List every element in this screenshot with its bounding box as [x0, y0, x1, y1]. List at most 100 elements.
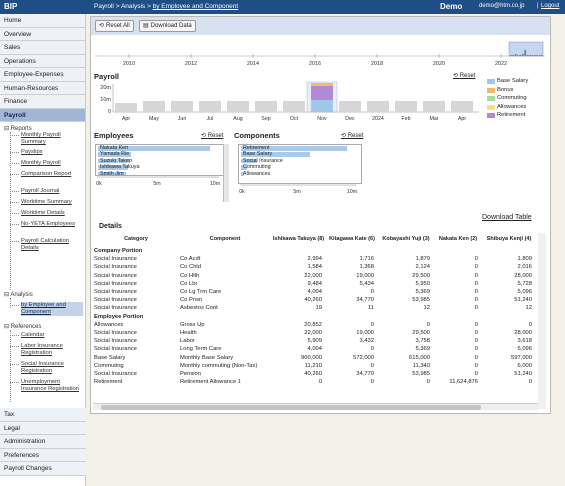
table-cell: Social Insurance: [94, 305, 137, 312]
details-header-row: Category Component Ishikawa Takuya (8) Kita…: [93, 231, 536, 247]
breadcrumb-page[interactable]: by Employee and Component: [153, 3, 239, 10]
table-cell: 5,369: [415, 346, 430, 353]
sidebar-item-social-insurance-registration[interactable]: Social Insurance Registration: [21, 361, 83, 375]
sidebar-item-no-yeta-employees[interactable]: No-YETA Employees: [21, 221, 83, 228]
components-reset-link[interactable]: ⟲ Reset: [341, 132, 363, 139]
details-vertical-scrollbar[interactable]: [538, 233, 546, 409]
payroll-y-tick-label: 10m: [100, 97, 111, 103]
sidebar-item-payroll-journal[interactable]: Payroll Journal: [21, 188, 83, 195]
table-cell: Social Insurance: [94, 297, 137, 304]
components-item-label: Allowances: [243, 170, 271, 177]
sidebar-item-finance[interactable]: Finance: [0, 95, 85, 109]
timeline-bar: [512, 55, 514, 56]
table-cell: Co Hlth: [180, 272, 200, 279]
table-cell: 5,909: [307, 338, 322, 345]
table-cell: Asbestos Cont: [180, 305, 218, 312]
legend-item-base-salary[interactable]: Base Salary: [487, 77, 547, 86]
details-horizontal-scrollbar[interactable]: [93, 403, 538, 410]
table-cell: 51,240: [514, 370, 532, 377]
sidebar-item-home[interactable]: Home: [0, 14, 85, 28]
sidebar-item-legal[interactable]: Legal: [0, 421, 86, 435]
table-cell: 0: [370, 321, 374, 328]
components-axis: 0k 5m 10m: [239, 184, 358, 195]
legend-item-retirement[interactable]: Retirement: [487, 111, 547, 120]
timeline-bar: [538, 55, 541, 56]
payroll-month-label: Sep: [261, 116, 270, 122]
payroll-legend: Base Salary Bonus Commuting Allowances Retir…: [487, 77, 547, 120]
table-cell: 5,096: [517, 346, 532, 353]
sidebar-item-payroll[interactable]: Payroll: [0, 108, 85, 122]
sidebar-item-calendar[interactable]: Calendar: [21, 332, 83, 339]
sidebar-item-worktime-summary[interactable]: Worktime Summary: [21, 199, 83, 206]
table-cell: 3,432: [359, 338, 374, 345]
sidebar-item-payroll-calculation-details[interactable]: Payroll Calculation Details: [21, 238, 83, 252]
table-cell: 5,728: [517, 280, 532, 287]
components-list-item[interactable]: Allowances: [239, 171, 361, 177]
sidebar-item-tax[interactable]: Tax: [0, 408, 86, 422]
legend-label: Commuting: [497, 95, 527, 101]
column-header-category[interactable]: Category: [93, 231, 179, 247]
payroll-month-label: Jun: [178, 116, 187, 122]
payroll-monthly-chart[interactable]: 20m 10m 0 Apr May Jun Jul Aug Sep Oct Nov Dec 2024 F…: [91, 80, 481, 132]
table-cell: Gross Up: [180, 321, 205, 328]
timeline-year-label: 2012: [185, 61, 197, 66]
column-header-component[interactable]: Component: [179, 231, 271, 247]
sidebar-item-preferences[interactable]: Preferences: [0, 448, 86, 462]
payroll-bar: [367, 101, 389, 112]
breadcrumb-section[interactable]: Analysis: [121, 3, 145, 10]
table-cell: Social Insurance: [94, 329, 137, 336]
sidebar-item-operations[interactable]: Operations: [0, 54, 85, 68]
employees-scrollbar[interactable]: [223, 144, 229, 202]
employees-reset-link[interactable]: ⟲ Reset: [201, 132, 223, 139]
legend-item-commuting[interactable]: Commuting: [487, 94, 547, 103]
sidebar-item-administration[interactable]: Administration: [0, 435, 86, 449]
legend-item-allowances[interactable]: Allowances: [487, 103, 547, 112]
components-list[interactable]: Retirement Base Salary Social Insurance Com…: [238, 144, 362, 184]
table-row: Retirement Retirement Allowance 1 0 0 0 11,62…: [93, 378, 536, 386]
sidebar-item-labor-insurance-registration[interactable]: Labor Insurance Registration: [21, 343, 83, 357]
employees-list[interactable]: Nakata Ken Yamada Rie Suzuki Takeo Ishikawa…: [95, 144, 229, 176]
sidebar-item-payslips[interactable]: Payslips: [21, 149, 83, 156]
column-header-nakata-ken-2[interactable]: Nakata Ken (2): [434, 231, 482, 247]
table-cell: 0: [474, 370, 478, 377]
reports-section[interactable]: ⊟ Reports: [4, 125, 32, 132]
sidebar-item-payroll-changes[interactable]: Payroll Changes: [0, 462, 86, 476]
reset-all-button[interactable]: ⟲ Reset All: [95, 20, 134, 32]
payroll-reset-link[interactable]: ⟲ Reset: [453, 72, 475, 79]
sidebar-item-monthly-payroll[interactable]: Monthly Payroll: [21, 160, 83, 167]
sidebar-item-comparison-report[interactable]: Comparison Report: [21, 171, 83, 178]
table-row: Social Insurance Long Term Care 4,004 0 5,36…: [93, 345, 536, 353]
table-cell: 0: [474, 272, 478, 279]
sidebar-item-overview[interactable]: Overview: [0, 27, 85, 41]
sidebar-item-worktime-details[interactable]: Worktime Details: [21, 210, 83, 217]
payroll-subnav: ⊟ Reports Monthly Payroll Summary Payslip…: [0, 122, 85, 402]
table-cell: 0: [474, 329, 478, 336]
breadcrumb-root[interactable]: Payroll: [94, 3, 114, 10]
sidebar-item-human-resources[interactable]: Human-Resources: [0, 81, 85, 95]
sidebar-bottom-nav: Tax Legal Administration Preferences Payroll…: [0, 408, 86, 476]
sidebar-item-unemployment-insurance-registration[interactable]: Unemployment Insurance Registration: [21, 379, 83, 393]
payroll-month-label: Aug: [233, 116, 242, 122]
column-header-kitagawa-kate-6[interactable]: Kitagawa Kate (6): [326, 231, 378, 247]
column-header-shibuya-kenji-4[interactable]: Shibuya Kenji (4): [482, 231, 536, 247]
scrollbar-thumb[interactable]: [101, 405, 481, 410]
download-data-button[interactable]: ▤ Download Data: [139, 20, 196, 32]
sidebar-item-by-employee-and-component[interactable]: by Employee and Component: [21, 302, 83, 316]
year-timeline[interactable]: 20102012201420162018202020222024: [91, 38, 550, 66]
sidebar-top-nav: Home Overview Sales Operations Employee-Expe…: [0, 14, 85, 122]
column-header-ishikawa-takuya-8[interactable]: Ishikawa Takuya (8): [271, 231, 326, 247]
legend-item-bonus[interactable]: Bonus: [487, 86, 547, 95]
table-cell: 0: [528, 321, 532, 328]
main-panel: ⟲ Reset All ▤ Download Data 2010 2012 2014 20…: [90, 16, 551, 414]
sidebar-item-employee-expenses[interactable]: Employee-Expenses: [0, 68, 85, 82]
table-cell: Social Insurance: [94, 264, 137, 271]
logout-link[interactable]: Logout: [541, 3, 559, 9]
employees-item-label: Ishikawa Takuya: [100, 164, 140, 171]
download-table-link[interactable]: Download Table: [482, 214, 532, 221]
sidebar-item-sales[interactable]: Sales: [0, 41, 85, 55]
references-section[interactable]: ⊟ References: [4, 323, 41, 330]
table-cell: 597,000: [511, 354, 532, 361]
column-header-kobayashi-yuji-3[interactable]: Kobayashi Yuji (3): [378, 231, 434, 247]
sidebar-item-monthly-payroll-summary[interactable]: Monthly Payroll Summary: [21, 132, 83, 146]
analysis-section[interactable]: ⊟ Analysis: [4, 291, 33, 298]
